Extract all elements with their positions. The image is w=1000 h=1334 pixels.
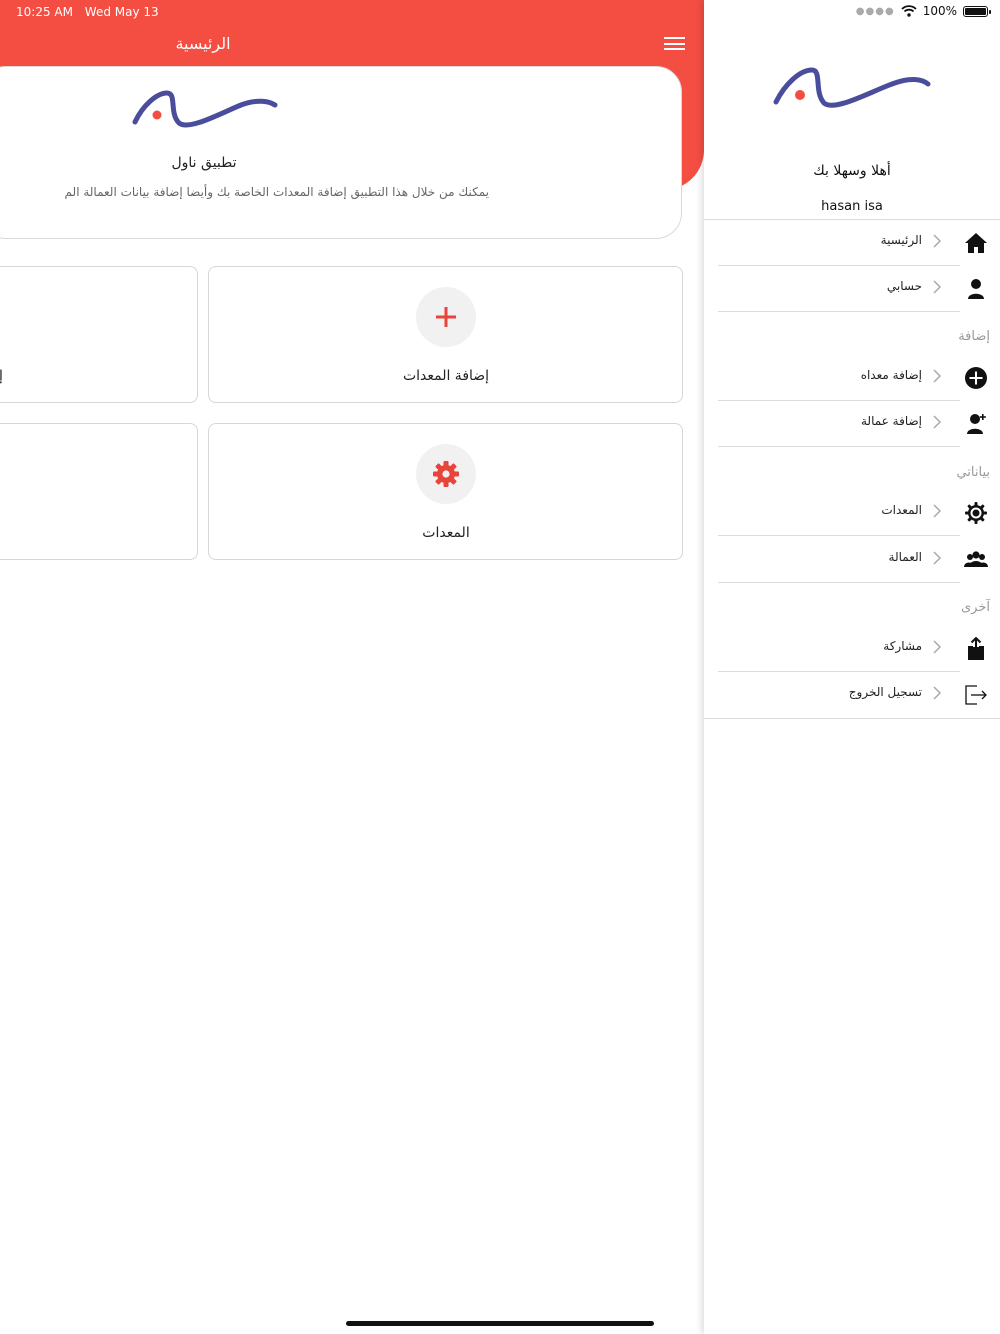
workers-tile[interactable] — [0, 423, 198, 560]
chevron-right-icon — [933, 280, 942, 294]
drawer-item-workers[interactable]: العمالة — [718, 537, 1000, 583]
app-name: تطبيق ناول — [171, 155, 237, 171]
drawer-item-label: إضافة عمالة — [860, 414, 922, 428]
app-description: يمكنك من خلال هذا التطبيق إضافة المعدات … — [64, 185, 489, 199]
section-title-my-data: بياناتي — [956, 465, 990, 480]
equipment-tile[interactable]: المعدات — [208, 423, 683, 560]
battery-icon — [963, 5, 991, 17]
battery-percent: 100% — [922, 4, 957, 18]
add-workers-tile[interactable]: إ — [0, 266, 198, 403]
gear-icon — [965, 502, 987, 524]
chevron-right-icon — [933, 640, 942, 654]
gear-icon — [433, 461, 459, 487]
logout-icon — [965, 685, 987, 705]
drawer-item-label: المعدات — [881, 503, 922, 517]
workers-icon — [964, 551, 988, 567]
drawer-item-logout[interactable]: تسجيل الخروج — [718, 672, 1000, 718]
drawer-item-account[interactable]: حسابي — [718, 266, 1000, 312]
chevron-right-icon — [933, 415, 942, 429]
drawer-item-label: العمالة — [888, 550, 922, 564]
chevron-right-icon — [933, 504, 942, 518]
drawer-item-label: تسجيل الخروج — [848, 685, 922, 699]
add-equipment-label: إضافة المعدات — [402, 368, 490, 384]
page-title: الرئيسية — [175, 34, 231, 53]
chevron-right-icon — [933, 551, 942, 565]
chevron-right-icon — [933, 234, 942, 248]
plus-circle-icon — [965, 367, 987, 389]
chevron-right-icon — [933, 369, 942, 383]
drawer-item-home[interactable]: الرئيسية — [718, 220, 1000, 266]
add-equipment-tile[interactable]: إضافة المعدات — [208, 266, 683, 403]
divider — [704, 718, 1000, 719]
user-icon — [968, 279, 984, 299]
drawer-logo — [773, 67, 931, 108]
username: hasan isa — [821, 199, 883, 214]
plus-icon — [436, 307, 456, 327]
home-indicator — [346, 1321, 654, 1326]
hamburger-icon — [664, 37, 685, 39]
section-title-add: إضافة — [958, 329, 990, 344]
drawer-item-equipment[interactable]: المعدات — [718, 490, 1000, 536]
chevron-right-icon — [933, 686, 942, 700]
section-title-other: آخرى — [961, 600, 990, 615]
equipment-icon-circle — [416, 444, 476, 504]
status-time: 10:25 AM — [16, 5, 73, 19]
drawer-item-add-workers[interactable]: إضافة عمالة — [718, 401, 1000, 447]
status-bar-left: 10:25 AM Wed May 13 — [16, 5, 167, 19]
drawer-item-share[interactable]: مشاركة — [718, 626, 1000, 672]
drawer-item-label: مشاركة — [883, 639, 922, 653]
wifi-icon — [901, 5, 917, 17]
drawer-item-label: حسابي — [886, 279, 922, 293]
add-workers-label: إ — [0, 368, 3, 384]
drawer-item-add-equipment[interactable]: إضافة معداه — [718, 355, 1000, 401]
side-drawer: ●●●● 100% أهلا وسهلا بك hasan isa الرئيس… — [704, 0, 1000, 1334]
equipment-label: المعدات — [422, 525, 470, 541]
drawer-item-label: الرئيسية — [880, 233, 922, 247]
status-bar-right: ●●●● 100% — [855, 4, 991, 18]
info-card: تطبيق ناول يمكنك من خلال هذا التطبيق إضا… — [0, 66, 682, 239]
add-equipment-icon-circle — [416, 287, 476, 347]
add-worker-icon — [967, 414, 986, 434]
app-logo — [132, 90, 278, 128]
menu-button[interactable] — [664, 37, 688, 53]
welcome-text: أهلا وسهلا بك — [813, 163, 891, 179]
main-screen: 10:25 AM Wed May 13 الرئيسية تطبيق ناول … — [0, 0, 704, 1334]
home-icon — [965, 233, 987, 253]
status-date: Wed May 13 — [84, 5, 159, 19]
drawer-item-label: إضافة معداه — [860, 368, 922, 382]
share-icon — [968, 637, 984, 660]
signal-icon: ●●●● — [855, 5, 895, 17]
